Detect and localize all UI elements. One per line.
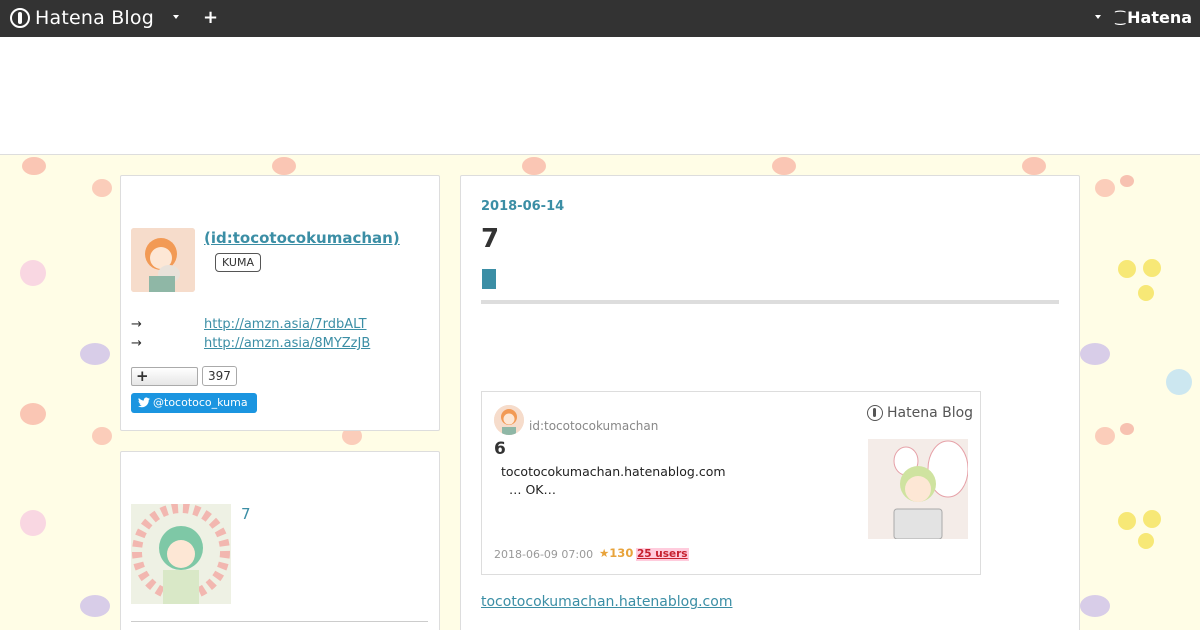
entry-title-rule — [481, 300, 1059, 304]
plus-icon: + — [136, 367, 149, 385]
blog-url-link[interactable]: tocotocokumachan.hatenablog.com — [481, 594, 732, 610]
hatena-logo[interactable]: ⁐ Hatena — [1115, 8, 1192, 27]
embed-hatena-blog-logo: Hatena Blog — [867, 405, 973, 421]
sidebar-entry-title[interactable]: 7 — [241, 505, 251, 523]
blog-menu-chevron-down-icon[interactable] — [173, 15, 179, 19]
profile-avatar[interactable] — [131, 228, 195, 292]
twitter-bird-icon — [138, 397, 150, 408]
category-tag[interactable] — [482, 269, 496, 289]
hatena-blog-mark-icon — [10, 8, 30, 28]
entry-title[interactable]: 7 — [481, 224, 499, 254]
global-header: Hatena Blog + ⁐ Hatena — [0, 0, 1200, 37]
entry-date[interactable]: 2018-06-14 — [481, 199, 564, 214]
amazon-link-1[interactable]: http://amzn.asia/7rdbALT — [204, 317, 367, 332]
embed-published-time: 2018-06-09 07:00 — [494, 548, 594, 561]
profile-link-row: → http://amzn.asia/8MYZzJB — [131, 336, 370, 351]
wreath-girl-illustration — [131, 504, 231, 604]
add-entry-button[interactable]: + — [203, 7, 218, 29]
embed-description: … OK… — [509, 482, 557, 497]
sidebar-divider — [131, 621, 428, 622]
profile-badge: KUMA — [215, 253, 261, 272]
hatena-wave-icon: ⁐ — [1115, 10, 1126, 25]
embed-domain: tocotocokumachan.hatenablog.com — [501, 464, 726, 479]
sidebar-entry-thumbnail[interactable] — [131, 504, 231, 604]
arrow-icon: → — [131, 336, 142, 351]
arrow-icon: → — [131, 317, 142, 332]
laptop-girl-illustration — [868, 439, 968, 539]
embed-author-avatar — [494, 405, 524, 435]
follower-count: 397 — [202, 366, 237, 386]
twitter-follow-button[interactable]: @tocotoco_kuma — [131, 393, 257, 413]
user-menu-chevron-down-icon[interactable] — [1095, 15, 1101, 19]
star-count[interactable]: ★130 — [599, 546, 633, 560]
embed-author-id: id:tocotocokumachan — [529, 419, 659, 433]
embed-title[interactable]: 6 — [494, 439, 506, 459]
hatena-blog-logo[interactable]: Hatena Blog — [10, 6, 154, 30]
embed-avatar-illustration — [494, 405, 524, 435]
embed-thumbnail — [868, 439, 968, 539]
blog-header-banner — [0, 37, 1200, 155]
hatena-blog-mark-icon — [867, 405, 883, 421]
hatena-logo-text: Hatena — [1127, 8, 1192, 27]
brand-text: Hatena Blog — [35, 7, 154, 29]
profile-avatar-illustration — [131, 228, 195, 292]
profile-link-row: → http://amzn.asia/7rdbALT — [131, 317, 367, 332]
twitter-handle: @tocotoco_kuma — [153, 396, 248, 409]
embed-logo-text: Hatena Blog — [887, 405, 974, 421]
follow-button[interactable]: + — [131, 367, 198, 386]
bookmark-users-badge[interactable]: 25 users — [636, 548, 689, 561]
profile-name-link[interactable]: (id:tocotocokumachan) — [204, 229, 400, 247]
amazon-link-2[interactable]: http://amzn.asia/8MYZzJB — [204, 336, 370, 351]
